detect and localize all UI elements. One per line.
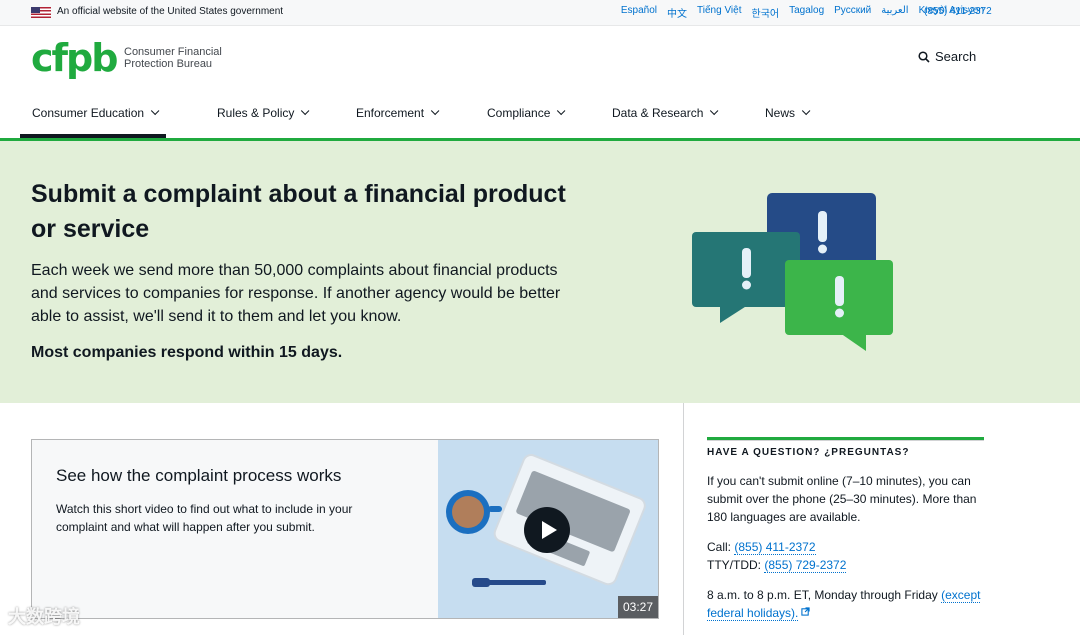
chevron-down-icon <box>557 106 566 116</box>
logo-mark: cfpb <box>31 36 118 80</box>
call-phone-link[interactable]: (855) 411-2372 <box>734 540 816 555</box>
logo-line-1: Consumer Financial <box>124 46 222 58</box>
tty-label: TTY/TDD: <box>707 558 761 572</box>
nav-data-research[interactable]: Data & Research <box>612 106 719 120</box>
complaint-bubbles-illustration <box>692 193 893 351</box>
search-icon <box>918 50 930 63</box>
cfpb-logo[interactable]: cfpb Consumer Financial Protection Burea… <box>31 36 222 80</box>
aside-heading: HAVE A QUESTION? ¿PREGUNTAS? <box>707 447 910 458</box>
call-label: Call: <box>707 540 732 554</box>
lang-link-chinese[interactable]: 中文 <box>667 5 687 20</box>
us-flag-icon <box>31 7 51 18</box>
nav-label: Compliance <box>487 106 551 120</box>
nav-compliance[interactable]: Compliance <box>487 106 566 120</box>
search-label: Search <box>935 49 977 64</box>
nav-rules-policy[interactable]: Rules & Policy <box>217 106 310 120</box>
main-nav: Consumer Education Rules & Policy Enforc… <box>0 96 1080 141</box>
nav-consumer-education[interactable]: Consumer Education <box>32 106 160 120</box>
chevron-down-icon <box>301 106 310 116</box>
banner-phone-link[interactable]: (855) 411-2372 <box>924 6 992 17</box>
video-duration: 03:27 <box>617 596 658 618</box>
video-card[interactable]: See how the complaint process works Watc… <box>31 439 659 619</box>
watermark-text: 大数跨境 <box>8 607 80 627</box>
play-icon[interactable] <box>523 506 571 554</box>
hours-line: 8 a.m. to 8 p.m. ET, Monday through Frid… <box>707 586 984 622</box>
nav-label: Rules & Policy <box>217 106 295 120</box>
search-button[interactable]: Search <box>918 49 976 64</box>
aside-body: If you can't submit online (7–10 minutes… <box>707 474 977 524</box>
chevron-down-icon <box>430 106 440 116</box>
nav-news[interactable]: News <box>765 106 811 120</box>
chevron-down-icon <box>710 106 719 116</box>
lang-link-korean[interactable]: 한국어 <box>752 5 780 20</box>
watermark: 大数跨境 <box>8 603 80 629</box>
column-divider <box>683 403 684 635</box>
lang-link-vietnamese[interactable]: Tiếng Việt <box>697 5 741 20</box>
logo-line-2: Protection Bureau <box>124 58 213 70</box>
chevron-down-icon <box>150 106 160 116</box>
lang-link-tagalog[interactable]: Tagalog <box>789 5 824 20</box>
call-line: Call: (855) 411-2372 <box>707 538 984 556</box>
page-title: Submit a complaint about a financial pro… <box>31 180 566 243</box>
nav-label: Consumer Education <box>32 106 145 120</box>
chevron-down-icon <box>801 106 811 116</box>
video-description: Watch this short video to find out what … <box>56 502 353 534</box>
speech-bubble-teal-icon <box>692 232 800 323</box>
nav-label: Enforcement <box>356 106 425 120</box>
lang-link-spanish[interactable]: Español <box>621 5 657 20</box>
gov-banner: An official website of the United States… <box>0 0 1080 26</box>
hours-text: 8 a.m. to 8 p.m. ET, Monday through Frid… <box>707 588 938 602</box>
nav-enforcement[interactable]: Enforcement <box>356 106 440 120</box>
lang-link-arabic[interactable]: العربية <box>881 5 908 20</box>
hero-description: Each week we send more than 50,000 compl… <box>31 262 561 325</box>
lang-link-russian[interactable]: Русский <box>834 5 871 20</box>
hero-emphasis: Most companies respond within 15 days. <box>31 344 343 361</box>
tty-line: TTY/TDD: (855) 729-2372 <box>707 556 984 574</box>
video-thumbnail[interactable]: 03:27 <box>438 440 658 618</box>
tty-phone-link[interactable]: (855) 729-2372 <box>764 558 847 573</box>
logo-wordmark: Consumer Financial Protection Bureau <box>124 46 222 70</box>
hero-section: Submit a complaint about a financial pro… <box>0 141 1080 403</box>
external-link-icon <box>801 607 811 616</box>
nav-label: News <box>765 106 796 120</box>
help-sidebar: HAVE A QUESTION? ¿PREGUNTAS? If you can'… <box>707 437 984 622</box>
video-title: See how the complaint process works <box>56 466 342 485</box>
speech-bubble-green-icon <box>785 260 893 351</box>
official-site-text: An official website of the United States… <box>57 6 284 17</box>
aside-top-rule <box>707 437 984 441</box>
nav-label: Data & Research <box>612 106 704 120</box>
